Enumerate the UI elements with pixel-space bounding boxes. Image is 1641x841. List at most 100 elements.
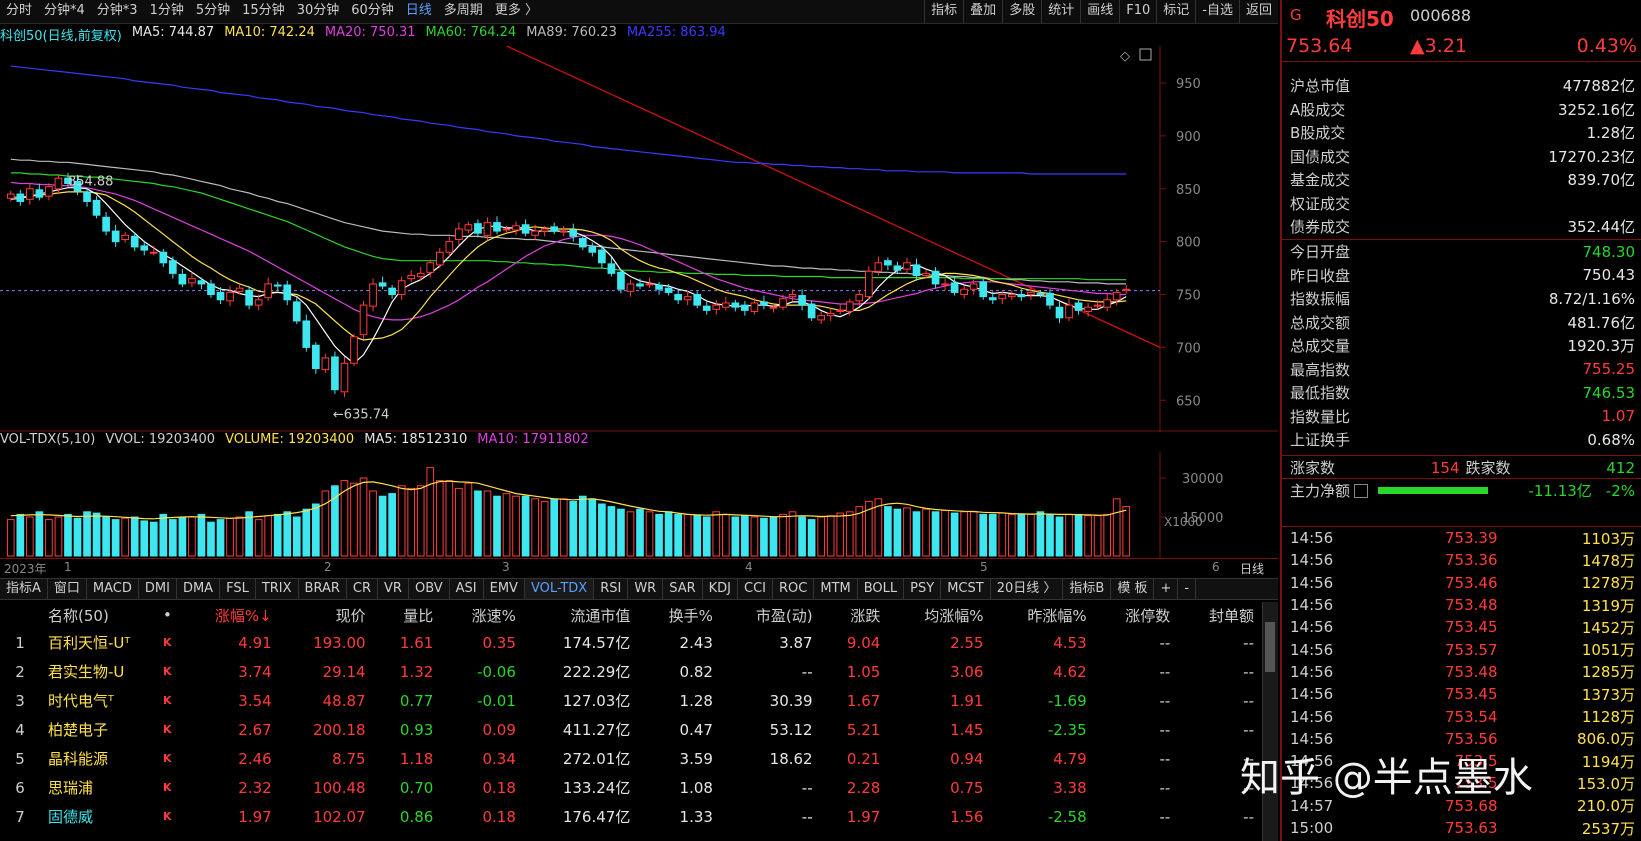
indicator-tab-10[interactable]: OBV — [409, 579, 450, 599]
table-header-cell[interactable]: 昨涨幅% — [991, 602, 1094, 628]
indicator-tab-5[interactable]: FSL — [220, 579, 256, 599]
volume-bar — [321, 490, 330, 557]
indicator-tab-4[interactable]: DMA — [177, 579, 221, 599]
table-header-cell[interactable] — [0, 602, 40, 628]
tool-button-0[interactable]: 指标 — [924, 0, 963, 23]
table-row[interactable]: 1 百利天恒-Uᵀ K 4.91 193.00 1.61 0.35 174.57亿 2.43 3.… — [0, 628, 1262, 657]
volume-title[interactable]: VOL-TDX(5,10) — [0, 432, 95, 452]
candle — [779, 298, 787, 308]
indicator-tab-25[interactable]: 指标B — [1063, 579, 1112, 599]
table-header-cell[interactable]: • — [155, 602, 180, 628]
indicator-tab-18[interactable]: CCI — [738, 579, 774, 599]
chart-title[interactable]: 科创50(日线,前复权) — [0, 25, 122, 45]
indicator-tab-2[interactable]: MACD — [87, 579, 139, 599]
candle — [712, 304, 721, 310]
table-header-cell[interactable]: 现价 — [280, 602, 374, 628]
table-cell: 1.56 — [950, 807, 984, 826]
period-tab-10[interactable]: 更多 〉 — [489, 0, 544, 23]
period-tab-8[interactable]: 日线 — [400, 0, 438, 23]
table-row[interactable]: 3 时代电气ᵀ K 3.54 48.87 0.77 -0.01 127.03亿 1.28 30.3… — [0, 686, 1262, 715]
table-header-cell[interactable]: 涨停数 — [1095, 602, 1179, 628]
indicator-tab-27[interactable]: + — [1154, 579, 1179, 599]
table-header-cell[interactable]: 封单额 — [1178, 602, 1262, 628]
tool-button-3[interactable]: 统计 — [1041, 0, 1080, 23]
indicator-tab-23[interactable]: MCST — [941, 579, 991, 599]
table-header-cell[interactable]: 涨跌 — [821, 602, 889, 628]
table-header-cell[interactable]: 涨速% — [441, 602, 524, 628]
table-header-cell[interactable]: 名称(50) — [40, 602, 155, 628]
tick-volume: 153.0万 — [1577, 774, 1635, 793]
stat-value: 750.43 — [1582, 266, 1636, 285]
indicator-tab-1[interactable]: 窗口 — [48, 579, 87, 599]
indicator-tab-7[interactable]: BRAR — [299, 579, 347, 599]
volume-bar — [1103, 513, 1112, 557]
indicator-tab-9[interactable]: VR — [378, 579, 409, 599]
table-cell: 1 — [15, 633, 25, 652]
table-cell: 0.75 — [950, 778, 984, 797]
period-tab-0[interactable]: 分时 — [0, 0, 38, 23]
stat-row: 总成交额 481.76亿 — [1282, 311, 1641, 335]
indicator-tab-15[interactable]: WR — [628, 579, 664, 599]
table-cell: -- — [1243, 691, 1254, 710]
tick-row: 14:56 753.39 1103万 — [1282, 527, 1641, 549]
volume-chart[interactable]: 3000015000X1000 — [0, 452, 1278, 558]
flow-info-icon[interactable] — [1354, 483, 1369, 498]
tool-button-8[interactable]: 返回 — [1238, 0, 1278, 23]
tool-button-7[interactable]: -自选 — [1195, 0, 1239, 23]
table-header-cell[interactable]: 量比 — [374, 602, 442, 628]
indicator-tab-11[interactable]: ASI — [450, 579, 484, 599]
volume-bar — [54, 516, 63, 557]
restore-icon[interactable] — [1139, 48, 1152, 61]
indicator-tab-26[interactable]: 模 板 — [1111, 579, 1155, 599]
tool-button-1[interactable]: 叠加 — [963, 0, 1002, 23]
indicator-tab-28[interactable]: - — [1178, 579, 1197, 599]
kline-chart[interactable]: 950 900 850 800 750 700 650 854.88 ←635.74 ◇ — [0, 46, 1278, 432]
table-cell: 4.62 — [1053, 662, 1087, 681]
indicator-tab-19[interactable]: ROC — [773, 579, 815, 599]
period-tab-9[interactable]: 多周期 — [438, 0, 489, 23]
indicator-tab-13[interactable]: VOL-TDX — [524, 579, 595, 599]
table-row[interactable]: 4 柏楚电子 K 2.67 200.18 0.93 0.09 411.27亿 0.47 53.12… — [0, 715, 1262, 744]
table-cell: 1.61 — [399, 633, 434, 652]
stat-label: 指数振幅 — [1290, 290, 1351, 309]
period-label[interactable]: 日线 — [1240, 560, 1264, 577]
indicator-tab-12[interactable]: EMV — [484, 579, 525, 599]
period-tab-4[interactable]: 5分钟 — [190, 0, 236, 23]
indicator-tab-17[interactable]: KDJ — [703, 579, 739, 599]
tool-button-2[interactable]: 多股 — [1002, 0, 1041, 23]
scroll-thumb[interactable] — [1265, 622, 1275, 672]
period-tab-2[interactable]: 分钟*3 — [91, 0, 144, 23]
indicator-tab-22[interactable]: PSY — [904, 579, 942, 599]
indicator-tab-6[interactable]: TRIX — [256, 579, 299, 599]
table-row[interactable]: 2 君实生物-U K 3.74 29.14 1.32 -0.06 222.29亿 0.82 -- 1… — [0, 657, 1262, 686]
indicator-tab-21[interactable]: BOLL — [858, 579, 905, 599]
table-row[interactable]: 6 思瑞浦 K 2.32 100.48 0.70 0.18 133.24亿 1.08 -- 2.28… — [0, 773, 1262, 802]
index-name[interactable]: 科创50 — [1326, 3, 1394, 32]
indicator-tab-24[interactable]: 20日线 〉 — [991, 579, 1064, 599]
period-tab-7[interactable]: 60分钟 — [345, 0, 400, 23]
indicator-tab-14[interactable]: RSI — [594, 579, 629, 599]
table-header-cell[interactable]: 均涨幅% — [888, 602, 991, 628]
indicator-tab-8[interactable]: CR — [347, 579, 379, 599]
table-cell: -- — [801, 778, 813, 797]
period-tab-6[interactable]: 30分钟 — [291, 0, 346, 23]
period-tab-3[interactable]: 1分钟 — [144, 0, 190, 23]
indicator-tab-16[interactable]: SAR — [663, 579, 703, 599]
table-row[interactable]: 7 固德威 K 1.97 102.07 0.86 0.18 176.47亿 1.33 -- 1.97… — [0, 802, 1262, 831]
indicator-tab-3[interactable]: DMI — [139, 579, 177, 599]
period-tab-1[interactable]: 分钟*4 — [38, 0, 91, 23]
period-tab-5[interactable]: 15分钟 — [236, 0, 291, 23]
diamond-icon[interactable]: ◇ — [1120, 49, 1130, 64]
table-scrollbar[interactable] — [1262, 602, 1278, 841]
table-header-cell[interactable]: 市盈(动) — [721, 602, 821, 628]
indicator-tab-20[interactable]: MTM — [814, 579, 858, 599]
table-header-cell[interactable]: 流通市值 — [524, 602, 638, 628]
table-header-cell[interactable]: 涨幅%↓ — [180, 602, 280, 628]
table-header-cell[interactable]: 换手% — [638, 602, 721, 628]
tool-button-4[interactable]: 画线 — [1080, 0, 1119, 23]
tool-button-6[interactable]: 标记 — [1156, 0, 1195, 23]
tool-button-5[interactable]: F10 — [1119, 0, 1156, 23]
ma5-label: MA5: 744.87 — [131, 25, 215, 40]
indicator-tab-0[interactable]: 指标A — [0, 579, 48, 599]
table-row[interactable]: 5 晶科能源 K 2.46 8.75 1.18 0.34 272.01亿 3.59 18.62 0.… — [0, 744, 1262, 773]
